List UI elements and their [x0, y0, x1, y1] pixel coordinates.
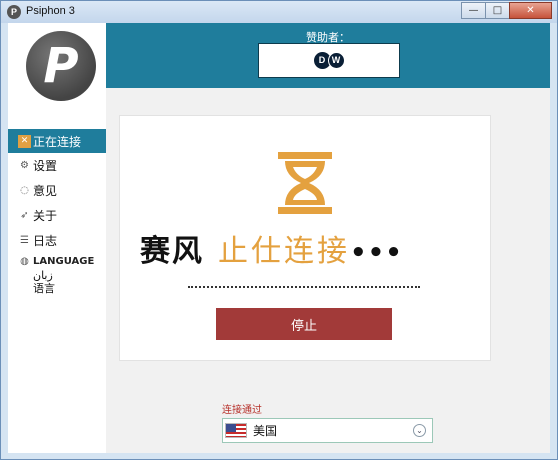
status-card: 赛风 止仕连接••• 停止: [119, 115, 491, 361]
sidebar-item-about[interactable]: ➶ 关于: [8, 203, 106, 228]
sidebar-item-label: 关于: [33, 209, 58, 223]
list-icon: ☰: [20, 235, 29, 246]
sidebar-item-label: 正在连接: [33, 134, 82, 149]
brand-name: 赛风: [140, 234, 204, 269]
app-icon: P: [7, 5, 21, 19]
logo-area: P: [8, 23, 106, 105]
gear-icon: ⚙: [20, 160, 29, 171]
region-value: 美国: [253, 424, 278, 438]
sidebar-item-connecting[interactable]: ✕ 正在连接: [8, 129, 106, 153]
region-select[interactable]: 美国 ⌄: [222, 418, 433, 443]
sidebar-nav: ✕ 正在连接 ⚙ 设置 ◌ 意见 ➶ 关于 ☰ 日志 ◍ LANGUAGE زب…: [8, 129, 106, 295]
psiphon-logo: P: [26, 31, 96, 101]
maximize-button[interactable]: □: [485, 2, 510, 19]
window-controls: — □ ✕: [461, 2, 552, 19]
language-option-farsi[interactable]: زبان: [18, 269, 106, 282]
connect-via-label: 连接通过: [222, 405, 262, 416]
logo-letter: P: [43, 38, 79, 94]
client-area: P ✕ 正在连接 ⚙ 设置 ◌ 意见 ➶ 关于 ☰ 日志 ◍ LANGUAGE …: [8, 23, 550, 453]
minimize-button[interactable]: —: [461, 2, 486, 19]
language-label: LANGUAGE: [33, 255, 95, 267]
us-flag-icon: [225, 423, 247, 438]
language-section: ◍ LANGUAGE زبان 语言: [8, 253, 106, 296]
sidebar-item-settings[interactable]: ⚙ 设置: [8, 153, 106, 178]
divider: [188, 286, 420, 288]
sidebar-item-label: 设置: [33, 159, 58, 173]
sidebar-item-feedback[interactable]: ◌ 意见: [8, 178, 106, 203]
close-button[interactable]: ✕: [509, 2, 552, 19]
main-panel: 赛风 止仕连接••• 停止 连接通过 美国 ⌄: [106, 88, 550, 453]
window-title: Psiphon 3: [26, 5, 75, 17]
dw-logo: D W: [313, 52, 345, 69]
flag-canton: [226, 424, 236, 432]
sidebar-item-log[interactable]: ☰ 日志: [8, 228, 106, 253]
status-dots: •••: [350, 238, 403, 268]
connection-status: 止仕连接: [218, 234, 350, 269]
chevron-down-icon[interactable]: ⌄: [413, 424, 426, 437]
stop-button[interactable]: 停止: [216, 308, 392, 340]
language-header: ◍ LANGUAGE: [18, 253, 106, 269]
connect-icon: ✕: [18, 134, 31, 148]
dw-logo-w: W: [327, 52, 345, 69]
sidebar: P ✕ 正在连接 ⚙ 设置 ◌ 意见 ➶ 关于 ☰ 日志 ◍ LANGUAGE …: [8, 23, 106, 453]
rocket-icon: ➶: [20, 210, 29, 221]
app-window: P Psiphon 3 — □ ✕ P ✕ 正在连接 ⚙ 设置 ◌ 意见 ➶ 关…: [0, 0, 558, 460]
feedback-icon: ◌: [20, 185, 29, 196]
sponsor-logo-box[interactable]: D W: [258, 43, 400, 78]
sidebar-item-label: 意见: [33, 184, 58, 198]
status-line: 赛风 止仕连接•••: [140, 226, 480, 274]
title-bar[interactable]: P Psiphon 3 — □ ✕: [1, 1, 557, 23]
sponsor-banner: 赞助者： D W: [106, 23, 550, 88]
sidebar-item-label: 日志: [33, 234, 58, 248]
language-option-chinese[interactable]: 语言: [18, 282, 106, 295]
hourglass-icon: [278, 152, 332, 214]
globe-icon: ◍: [20, 255, 29, 267]
